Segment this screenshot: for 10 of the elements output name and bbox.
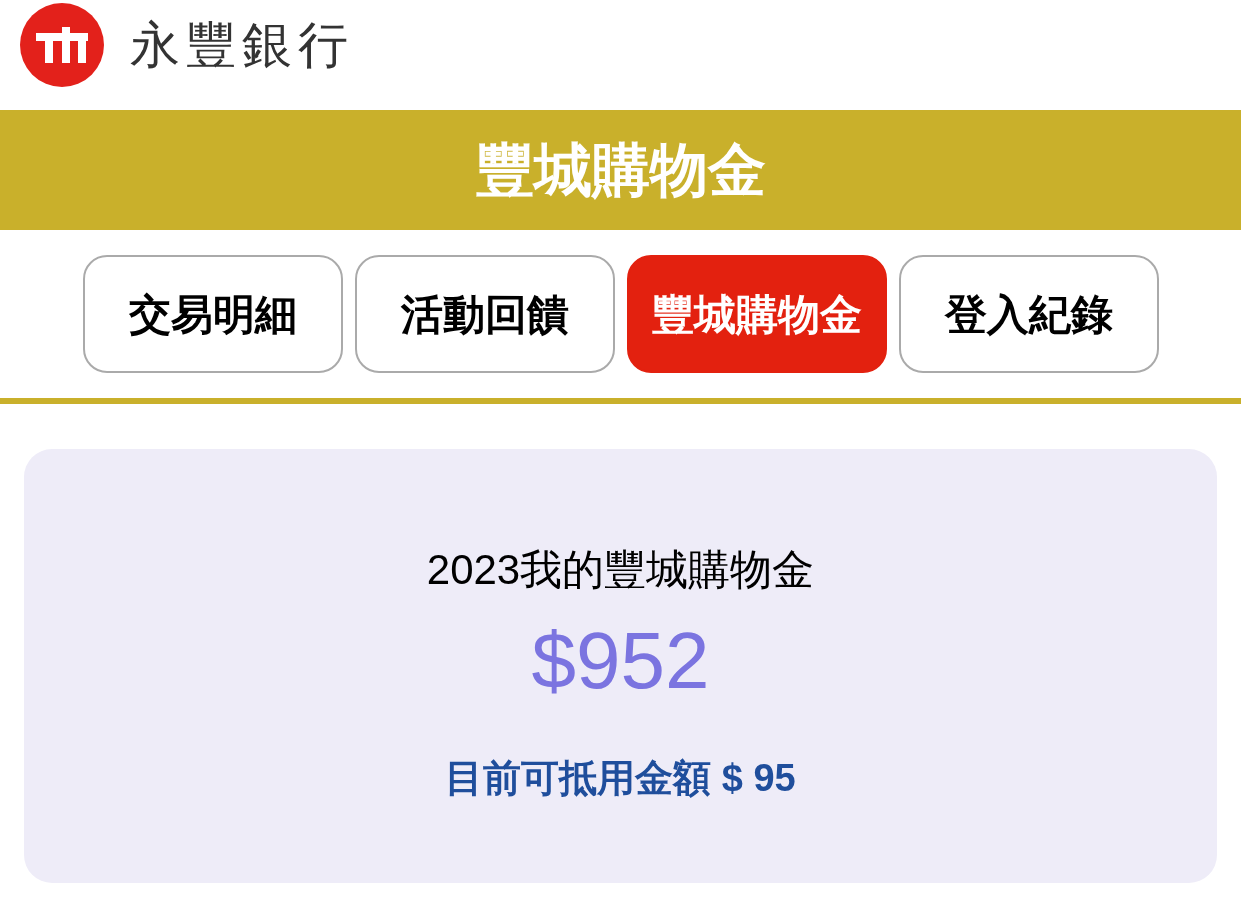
amount: $952	[531, 621, 710, 701]
tab[interactable]: 交易明細	[82, 255, 343, 373]
tab[interactable]: 登入紀錄	[898, 255, 1159, 373]
bank-name: 永豐銀行	[130, 20, 354, 70]
page-title: 豐城購物金	[475, 141, 766, 199]
tab[interactable]: 活動回饋	[354, 255, 615, 373]
tab[interactable]: 豐城購物金	[626, 255, 887, 373]
available-amount: 目前可抵用金額 $ 95	[445, 759, 796, 797]
card-title: 2023我的豐城購物金	[426, 549, 815, 591]
bank-logo-icon	[20, 3, 104, 87]
